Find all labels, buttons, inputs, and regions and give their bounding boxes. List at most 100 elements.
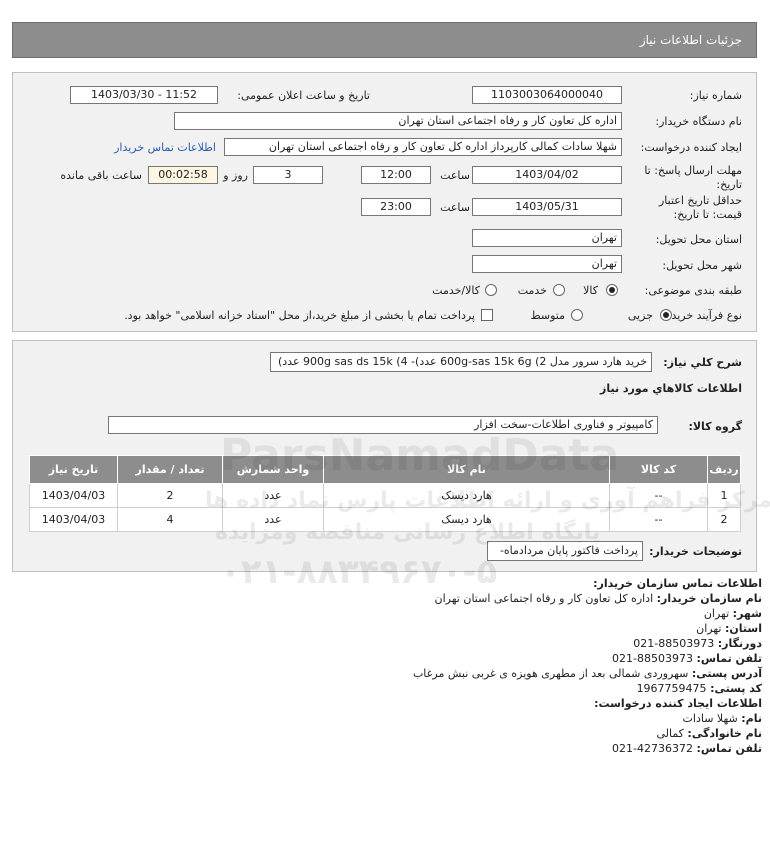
- creator-phone-value: 42736372-021: [612, 742, 694, 755]
- org-city-value: تهران: [703, 607, 730, 620]
- creator-title: اطلاعات ایجاد کننده درخواست:: [594, 697, 762, 710]
- category-goods-label: کالا: [583, 284, 598, 297]
- creator-last-value: کمالی: [656, 727, 684, 740]
- org-name-value: اداره کل تعاون کار و رفاه اجتماعی استان …: [434, 592, 654, 605]
- org-fax-value: 88503973-021: [633, 637, 715, 650]
- col-qty: تعداد / مقدار: [117, 455, 223, 484]
- col-date: تاريخ نياز: [29, 455, 118, 484]
- payment-note: پرداخت تمام یا بخشی از مبلغ خرید،از محل …: [124, 309, 475, 322]
- cell-row: 2: [707, 507, 741, 532]
- cell-qty: 4: [117, 507, 223, 532]
- col-name: نام کالا: [323, 455, 610, 484]
- buyer-notes-field[interactable]: پرداخت فاکتور پایان مردادماه-: [487, 541, 643, 561]
- process-minor-label: جزیی: [627, 309, 653, 322]
- org-province-row: استان: تهران: [696, 622, 762, 635]
- org-phone-value: 88503973-021: [612, 652, 694, 665]
- summary-label: شرح کلي نياز:: [663, 356, 742, 369]
- process-label: نوع فرآیند خرید :: [664, 309, 742, 322]
- cell-unit: عدد: [222, 483, 324, 508]
- goods-group-field[interactable]: کامپیوتر و فناوری اطلاعات-سخت افزار: [108, 416, 658, 434]
- org-postal-value: 1967759475: [636, 682, 707, 695]
- deadline-label: مهلت ارسال پاسخ: تا تاریخ:: [644, 164, 742, 191]
- payment-treasury-checkbox[interactable]: [481, 309, 493, 321]
- org-postal-row: کد پستی: 1967759475: [637, 682, 762, 695]
- creator-last-label: نام خانوادگی:: [687, 727, 762, 740]
- summary-field[interactable]: خرید هارد سرور مدل 2) 600g-sas 15k 6g عد…: [270, 352, 652, 372]
- announce-label: تاریخ و ساعت اعلان عمومی:: [237, 89, 370, 102]
- validity-label: حداقل تاریخ اعتبار قیمت: تا تاریخ:: [658, 194, 742, 221]
- days-field[interactable]: 3: [253, 166, 323, 184]
- org-address-label: آدرس پستی:: [691, 667, 762, 680]
- category-both-label: کالا/خدمت: [432, 284, 480, 297]
- org-phone-label: تلفن تماس:: [696, 652, 762, 665]
- announce-field[interactable]: 1403/03/30 - 11:52: [70, 86, 218, 104]
- creator-first-row: نام: شهلا سادات: [683, 712, 762, 725]
- process-minor-radio[interactable]: [660, 309, 672, 321]
- goods-section-title: اطلاعات کالاهاي مورد نياز: [600, 382, 742, 395]
- creator-field[interactable]: شهلا سادات کمالی کارپرداز اداره کل تعاون…: [224, 138, 622, 156]
- category-goods-radio[interactable]: [606, 284, 618, 296]
- goods-table: رديف کد کالا نام کالا واحد شمارش تعداد /…: [29, 455, 741, 532]
- org-address-value: سهروردی شمالی بعد از مطهری هویزه ی غربی …: [412, 667, 689, 680]
- remaining-time-field: 00:02:58: [148, 166, 218, 184]
- col-row: رديف: [707, 455, 741, 484]
- validity-date-field[interactable]: 1403/05/31: [472, 198, 622, 216]
- validity-time-field[interactable]: 23:00: [361, 198, 431, 216]
- cell-date: 1403/04/03: [29, 483, 118, 508]
- goods-table-header: رديف کد کالا نام کالا واحد شمارش تعداد /…: [29, 455, 741, 484]
- goods-group-label: گروه کالا:: [688, 420, 742, 433]
- org-postal-label: کد پستی:: [710, 682, 762, 695]
- contact-title: اطلاعات تماس سازمان خریدار:: [593, 577, 762, 590]
- org-phone-row: تلفن تماس: 88503973-021: [612, 652, 762, 665]
- page-header: جزئیات اطلاعات نیاز: [12, 22, 757, 58]
- need-number-label: شماره نیاز:: [689, 89, 742, 102]
- process-medium-label: متوسط: [530, 309, 565, 322]
- category-service-radio[interactable]: [553, 284, 565, 296]
- province-field[interactable]: تهران: [472, 229, 622, 247]
- city-field[interactable]: تهران: [472, 255, 622, 273]
- buyer-org-field[interactable]: اداره کل تعاون کار و رفاه اجتماعی استان …: [174, 112, 622, 130]
- category-both-radio[interactable]: [485, 284, 497, 296]
- org-province-label: استان:: [725, 622, 762, 635]
- cell-date: 1403/04/03: [29, 507, 118, 532]
- deadline-time-field[interactable]: 12:00: [361, 166, 431, 184]
- buyer-org-label: نام دستگاه خریدار:: [655, 115, 742, 128]
- process-medium-radio[interactable]: [571, 309, 583, 321]
- page-title: جزئیات اطلاعات نیاز: [639, 33, 742, 47]
- org-address-row: آدرس پستی: سهروردی شمالی بعد از مطهری هو…: [413, 667, 762, 680]
- table-row: 1 -- هارد دیسک عدد 2 1403/04/03: [29, 483, 741, 508]
- creator-label: ایجاد کننده درخواست:: [640, 141, 742, 154]
- creator-phone-label: تلفن تماس:: [696, 742, 762, 755]
- org-city-row: شهر: تهران: [704, 607, 762, 620]
- contact-info-link[interactable]: اطلاعات تماس خریدار: [114, 141, 216, 154]
- org-fax-label: دورنگار:: [717, 637, 762, 650]
- org-name-label: نام سازمان خریدار:: [656, 592, 762, 605]
- cell-code: --: [609, 507, 708, 532]
- cell-name: هارد دیسک: [323, 507, 610, 532]
- days-label: روز و: [223, 169, 248, 182]
- cell-name: هارد دیسک: [323, 483, 610, 508]
- remaining-label: ساعت باقی مانده: [60, 169, 142, 182]
- cell-code: --: [609, 483, 708, 508]
- deadline-date-field[interactable]: 1403/04/02: [472, 166, 622, 184]
- creator-first-value: شهلا سادات: [682, 712, 738, 725]
- category-label: طبقه بندی موضوعی:: [644, 284, 742, 297]
- org-province-value: تهران: [696, 622, 722, 635]
- creator-first-label: نام:: [741, 712, 762, 725]
- deadline-time-label: ساعت: [440, 169, 470, 182]
- creator-last-row: نام خانوادگی: کمالی: [656, 727, 762, 740]
- validity-time-label: ساعت: [440, 201, 470, 214]
- cell-row: 1: [707, 483, 741, 508]
- cell-qty: 2: [117, 483, 223, 508]
- creator-phone-row: تلفن تماس: 42736372-021: [612, 742, 762, 755]
- buyer-notes-label: توضیحات خریدار:: [649, 545, 742, 558]
- org-name-row: نام سازمان خریدار: اداره کل تعاون کار و …: [435, 592, 762, 605]
- col-code: کد کالا: [609, 455, 708, 484]
- table-row: 2 -- هارد دیسک عدد 4 1403/04/03: [29, 507, 741, 532]
- org-city-label: شهر:: [732, 607, 762, 620]
- org-fax-row: دورنگار: 88503973-021: [633, 637, 762, 650]
- city-label: شهر محل تحویل:: [662, 259, 742, 272]
- need-number-field[interactable]: 1103003064000040: [472, 86, 622, 104]
- province-label: استان محل تحویل:: [655, 233, 742, 246]
- col-unit: واحد شمارش: [222, 455, 324, 484]
